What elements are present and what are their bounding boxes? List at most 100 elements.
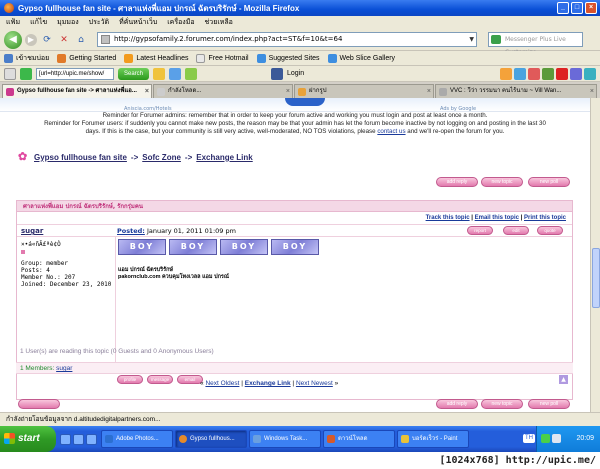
quicklaunch-icon[interactable] — [86, 433, 97, 445]
boy-banner[interactable]: BOY — [220, 239, 268, 255]
breadcrumb-topic[interactable]: Exchange Link — [196, 153, 252, 162]
ad-banner[interactable]: Aniscia.com/Hotels Ads by Google — [0, 98, 590, 112]
menu-help[interactable]: ช่วยเหลือ — [205, 17, 233, 28]
boy-banner[interactable]: BOY — [169, 239, 217, 255]
next-newest-link[interactable]: Next Newest — [296, 380, 333, 387]
menu-bookmarks[interactable]: ที่คั่นหน้าเว็บ — [119, 17, 157, 28]
profile-button[interactable]: profile — [117, 375, 143, 384]
tab-close-icon[interactable]: × — [286, 85, 290, 98]
boy-banner[interactable]: BOY — [271, 239, 319, 255]
shortcut-icon[interactable] — [528, 67, 540, 80]
menu-view[interactable]: มุมมอง — [57, 17, 78, 28]
taskbar-task-manager[interactable]: Windows Task... — [249, 430, 321, 448]
breadcrumb-zone[interactable]: Sofc Zone — [142, 153, 181, 162]
taskbar-photoshop[interactable]: Adobe Photos... — [101, 430, 173, 448]
window-titlebar[interactable]: Gypso fullhouse fan site - ศาลาแห่งพี่แอ… — [0, 0, 600, 16]
home-icon[interactable]: ⌂ — [74, 33, 88, 47]
tool-icon[interactable] — [169, 67, 182, 80]
network-icon[interactable] — [541, 434, 550, 443]
tab-upload[interactable]: ฝากรูป × — [294, 84, 434, 98]
member-joined: Joined: December 23, 2010 — [21, 281, 112, 288]
reader-member-link[interactable]: sugar — [56, 365, 72, 372]
menu-file[interactable]: แฟ้ม — [6, 17, 20, 28]
bookmark-getting-started[interactable]: Getting Started — [57, 53, 116, 63]
contact-us-link[interactable]: contact us — [377, 128, 405, 135]
bookmark-free-hotmail[interactable]: Free Hotmail — [196, 53, 249, 63]
clock[interactable]: 20:09 — [576, 435, 594, 442]
back-button[interactable]: ◀ — [4, 30, 22, 49]
maximize-button[interactable]: □ — [571, 2, 583, 14]
email-topic-link[interactable]: Email this topic — [475, 215, 519, 221]
quicklaunch-icon[interactable] — [73, 433, 84, 445]
ad-right-label[interactable]: Ads by Google — [440, 106, 476, 112]
report-button[interactable]: report — [467, 226, 493, 235]
add-reply-button[interactable]: add reply — [436, 177, 478, 187]
new-topic-button[interactable]: new topic — [481, 177, 523, 187]
youtube-icon[interactable] — [556, 67, 568, 80]
post-author[interactable]: sugar — [21, 227, 43, 235]
tool-icon[interactable] — [185, 67, 198, 80]
quote-button[interactable]: quote — [537, 226, 563, 235]
language-indicator[interactable]: TH — [523, 434, 535, 443]
breadcrumb-forum[interactable]: Gypso fullhouse fan site — [34, 153, 127, 162]
vertical-scrollbar[interactable] — [590, 98, 600, 412]
tab-close-icon[interactable]: × — [145, 85, 149, 98]
firefox-icon — [4, 3, 14, 13]
tab-loading[interactable]: กำลังโหลด... × — [153, 84, 293, 98]
toolbar-search-button[interactable]: Search — [118, 67, 150, 80]
bookmark-suggested-sites[interactable]: Suggested Sites — [256, 53, 320, 63]
track-topic-link[interactable]: Track this topic — [426, 215, 470, 221]
next-oldest-link[interactable]: Next Oldest — [205, 380, 239, 387]
edit-button[interactable]: edit — [503, 226, 529, 235]
flower-icon: ✿ — [18, 151, 28, 163]
taskbar-paint[interactable]: บอร์ดเร็วร่ - Paint — [397, 430, 469, 448]
message-button[interactable]: message — [147, 375, 173, 384]
scroll-top-icon[interactable]: ▲ — [559, 375, 568, 384]
scrollbar-thumb[interactable] — [592, 248, 600, 308]
taskbar-download[interactable]: ดาวน์โหลด — [323, 430, 395, 448]
tab-close-icon[interactable]: × — [427, 85, 431, 98]
bottom-new-topic-button[interactable]: new topic — [481, 399, 523, 409]
new-poll-button[interactable]: new poll — [528, 177, 570, 187]
tab-close-icon[interactable]: × — [590, 85, 594, 98]
print-topic-link[interactable]: Print this topic — [524, 215, 566, 221]
bookmark-latest-headlines[interactable]: Latest Headlines — [124, 53, 188, 63]
facebook-icon[interactable] — [271, 67, 284, 80]
tab-vvc[interactable]: VVC : วีว่า วรรมนา คนไร้นาม ~ Vill Wan..… — [435, 84, 597, 98]
shortcut-icon[interactable] — [542, 67, 554, 80]
toolbar-menu-icon[interactable] — [4, 67, 16, 80]
reload-icon[interactable]: ⟳ — [40, 33, 54, 47]
url-dropdown-icon[interactable]: ▼ — [469, 33, 474, 46]
menu-history[interactable]: ประวัติ — [89, 17, 109, 28]
bookmark-icon — [4, 53, 13, 63]
current-forum-link[interactable]: Exchange Link — [245, 380, 291, 387]
boy-banner[interactable]: BOY — [118, 239, 166, 255]
bottom-left-button[interactable] — [18, 399, 60, 409]
bookmark-most-visited[interactable]: เข้าชมบ่อย — [4, 53, 49, 64]
search-input[interactable]: Messenger Plus Live Customize — [488, 32, 583, 56]
menu-tools[interactable]: เครื่องมือ — [167, 17, 194, 28]
forward-button[interactable]: ▶ — [25, 33, 37, 46]
bookmark-web-slice-gallery[interactable]: Web Slice Gallery — [327, 53, 395, 63]
close-button[interactable]: × — [585, 2, 597, 14]
tool-icon[interactable] — [153, 67, 166, 80]
start-button[interactable]: start — [0, 426, 56, 452]
bottom-add-reply-button[interactable]: add reply — [436, 399, 478, 409]
heart-icon[interactable] — [20, 67, 32, 80]
volume-icon[interactable] — [552, 434, 561, 443]
minimize-button[interactable]: _ — [557, 2, 569, 14]
tab-gypso[interactable]: Gypso fullhouse fan site -> ศาลาแห่งพี่แ… — [2, 84, 152, 98]
ad-left-link[interactable]: Aniscia.com/Hotels — [124, 106, 172, 112]
url-bar[interactable]: http://gypsofamily.2.forumer.com/index.p… — [97, 32, 477, 47]
toolbar-search-input[interactable]: [url=http://upic.me/show/ — [36, 67, 114, 80]
stop-icon[interactable]: ✕ — [57, 33, 71, 47]
bottom-new-poll-button[interactable]: new poll — [528, 399, 570, 409]
shortcut-icon[interactable] — [570, 67, 582, 80]
shortcut-icon[interactable] — [584, 67, 596, 80]
quicklaunch-icon[interactable] — [60, 433, 71, 445]
login-link[interactable]: Login — [287, 70, 304, 77]
shortcut-icon[interactable] — [500, 67, 512, 80]
shortcut-icon[interactable] — [514, 67, 526, 80]
menu-edit[interactable]: แก้ไข — [30, 17, 47, 28]
taskbar-firefox[interactable]: Gypso fullhous... — [175, 430, 247, 448]
